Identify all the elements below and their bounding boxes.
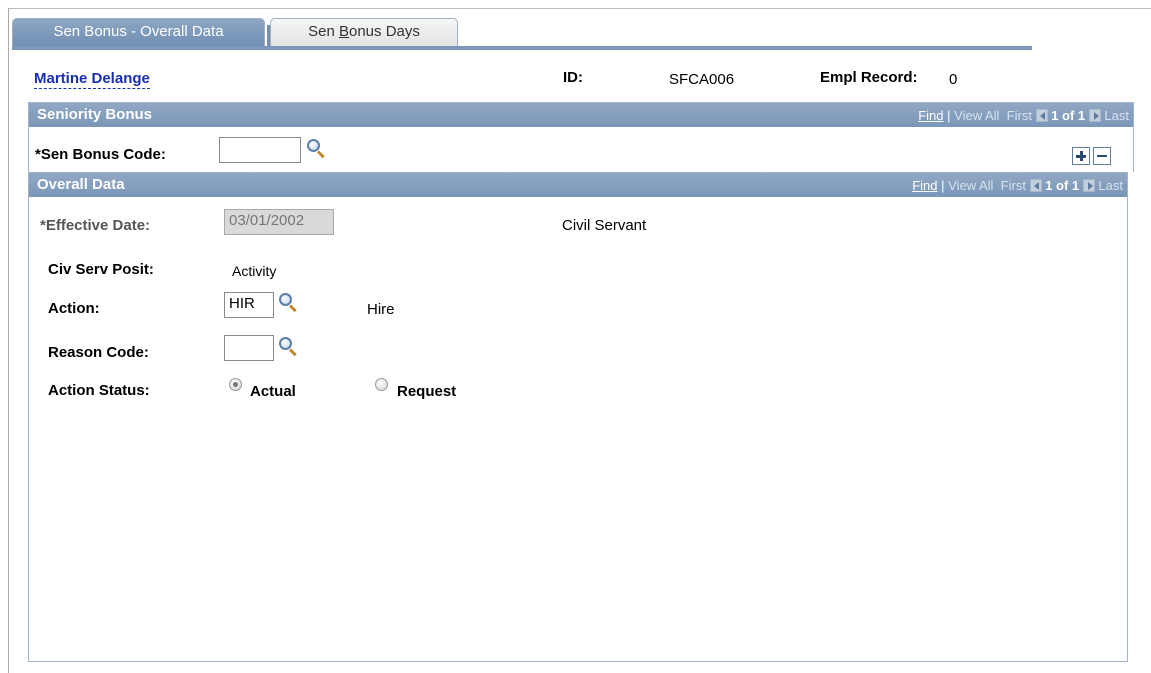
frame-top-border [8,8,1151,9]
find-link[interactable]: Find [912,178,937,193]
panel-title: Overall Data [37,176,125,193]
civ-serv-posit-value: Activity [232,263,277,279]
arrow-left-icon [1029,179,1042,192]
minus-icon[interactable] [1093,147,1111,165]
arrow-left-icon [1035,109,1048,122]
frame-left-border [8,8,9,673]
tab-sen-bonus-days[interactable]: Sen Bonus Days [267,18,458,47]
civ-serv-posit-label: Civ Serv Posit: [48,261,154,278]
nav-separator: | [941,178,945,193]
id-label: ID: [563,69,583,86]
magnifier-icon[interactable] [278,293,298,313]
last-link: Last [1098,178,1123,193]
overall-data-header: Overall Data Find | View All First 1 of … [29,173,1127,197]
arrow-right-icon [1082,179,1095,192]
reason-code-label: Reason Code: [48,344,149,361]
row-navigation: Find | View All First 1 of 1 Last [912,178,1123,193]
tab-label-accesskey: B [338,23,349,40]
sen-bonus-code-input[interactable] [219,137,301,163]
view-all-link: View All [954,108,1000,123]
tab-sen-bonus-overall-data[interactable]: Sen Bonus - Overall Data [12,18,265,46]
tab-label: Sen Bonus - Overall Data [53,23,224,40]
first-link: First [1006,108,1032,123]
empl-record-value: 0 [949,71,958,88]
request-radio-label: Request [397,383,457,400]
action-status-label: Action Status: [48,382,150,399]
nav-separator: | [947,108,951,123]
empl-record-label: Empl Record: [820,69,918,86]
action-description: Hire [367,301,395,318]
seniority-bonus-panel: Seniority Bonus Find | View All First 1 … [28,102,1134,172]
row-count: 1 of 1 [1051,108,1086,123]
first-link: First [1000,178,1026,193]
seniority-bonus-header: Seniority Bonus Find | View All First 1 … [29,103,1133,127]
last-link: Last [1104,108,1129,123]
view-all-link: View All [948,178,994,193]
magnifier-icon[interactable] [306,139,326,159]
employee-name-link[interactable]: Martine Delange [34,69,150,89]
row-count: 1 of 1 [1045,178,1080,193]
civil-servant-text: Civil Servant [562,217,647,234]
tab-underline [12,46,1032,50]
overall-data-panel: Overall Data Find | View All First 1 of … [28,172,1128,662]
magnifier-icon[interactable] [278,337,298,357]
sen-bonus-code-label: *Sen Bonus Code: [35,146,166,163]
plus-icon[interactable] [1072,147,1090,165]
arrow-right-icon [1088,109,1101,122]
effective-date-label: *Effective Date: [40,217,151,234]
tab-label-pre: Sen [308,23,339,40]
id-value: SFCA006 [669,71,735,88]
actual-radio-label: Actual [250,383,296,400]
request-radio[interactable] [375,378,388,391]
panel-title: Seniority Bonus [37,106,153,123]
reason-code-input[interactable] [224,335,274,361]
find-link[interactable]: Find [918,108,943,123]
effective-date-field: 03/01/2002 [224,209,334,235]
actual-radio[interactable] [229,378,242,391]
action-label: Action: [48,300,100,317]
action-input[interactable]: HIR [224,292,274,318]
tab-label-post: onus Days [349,23,420,40]
row-navigation: Find | View All First 1 of 1 Last [918,108,1129,123]
